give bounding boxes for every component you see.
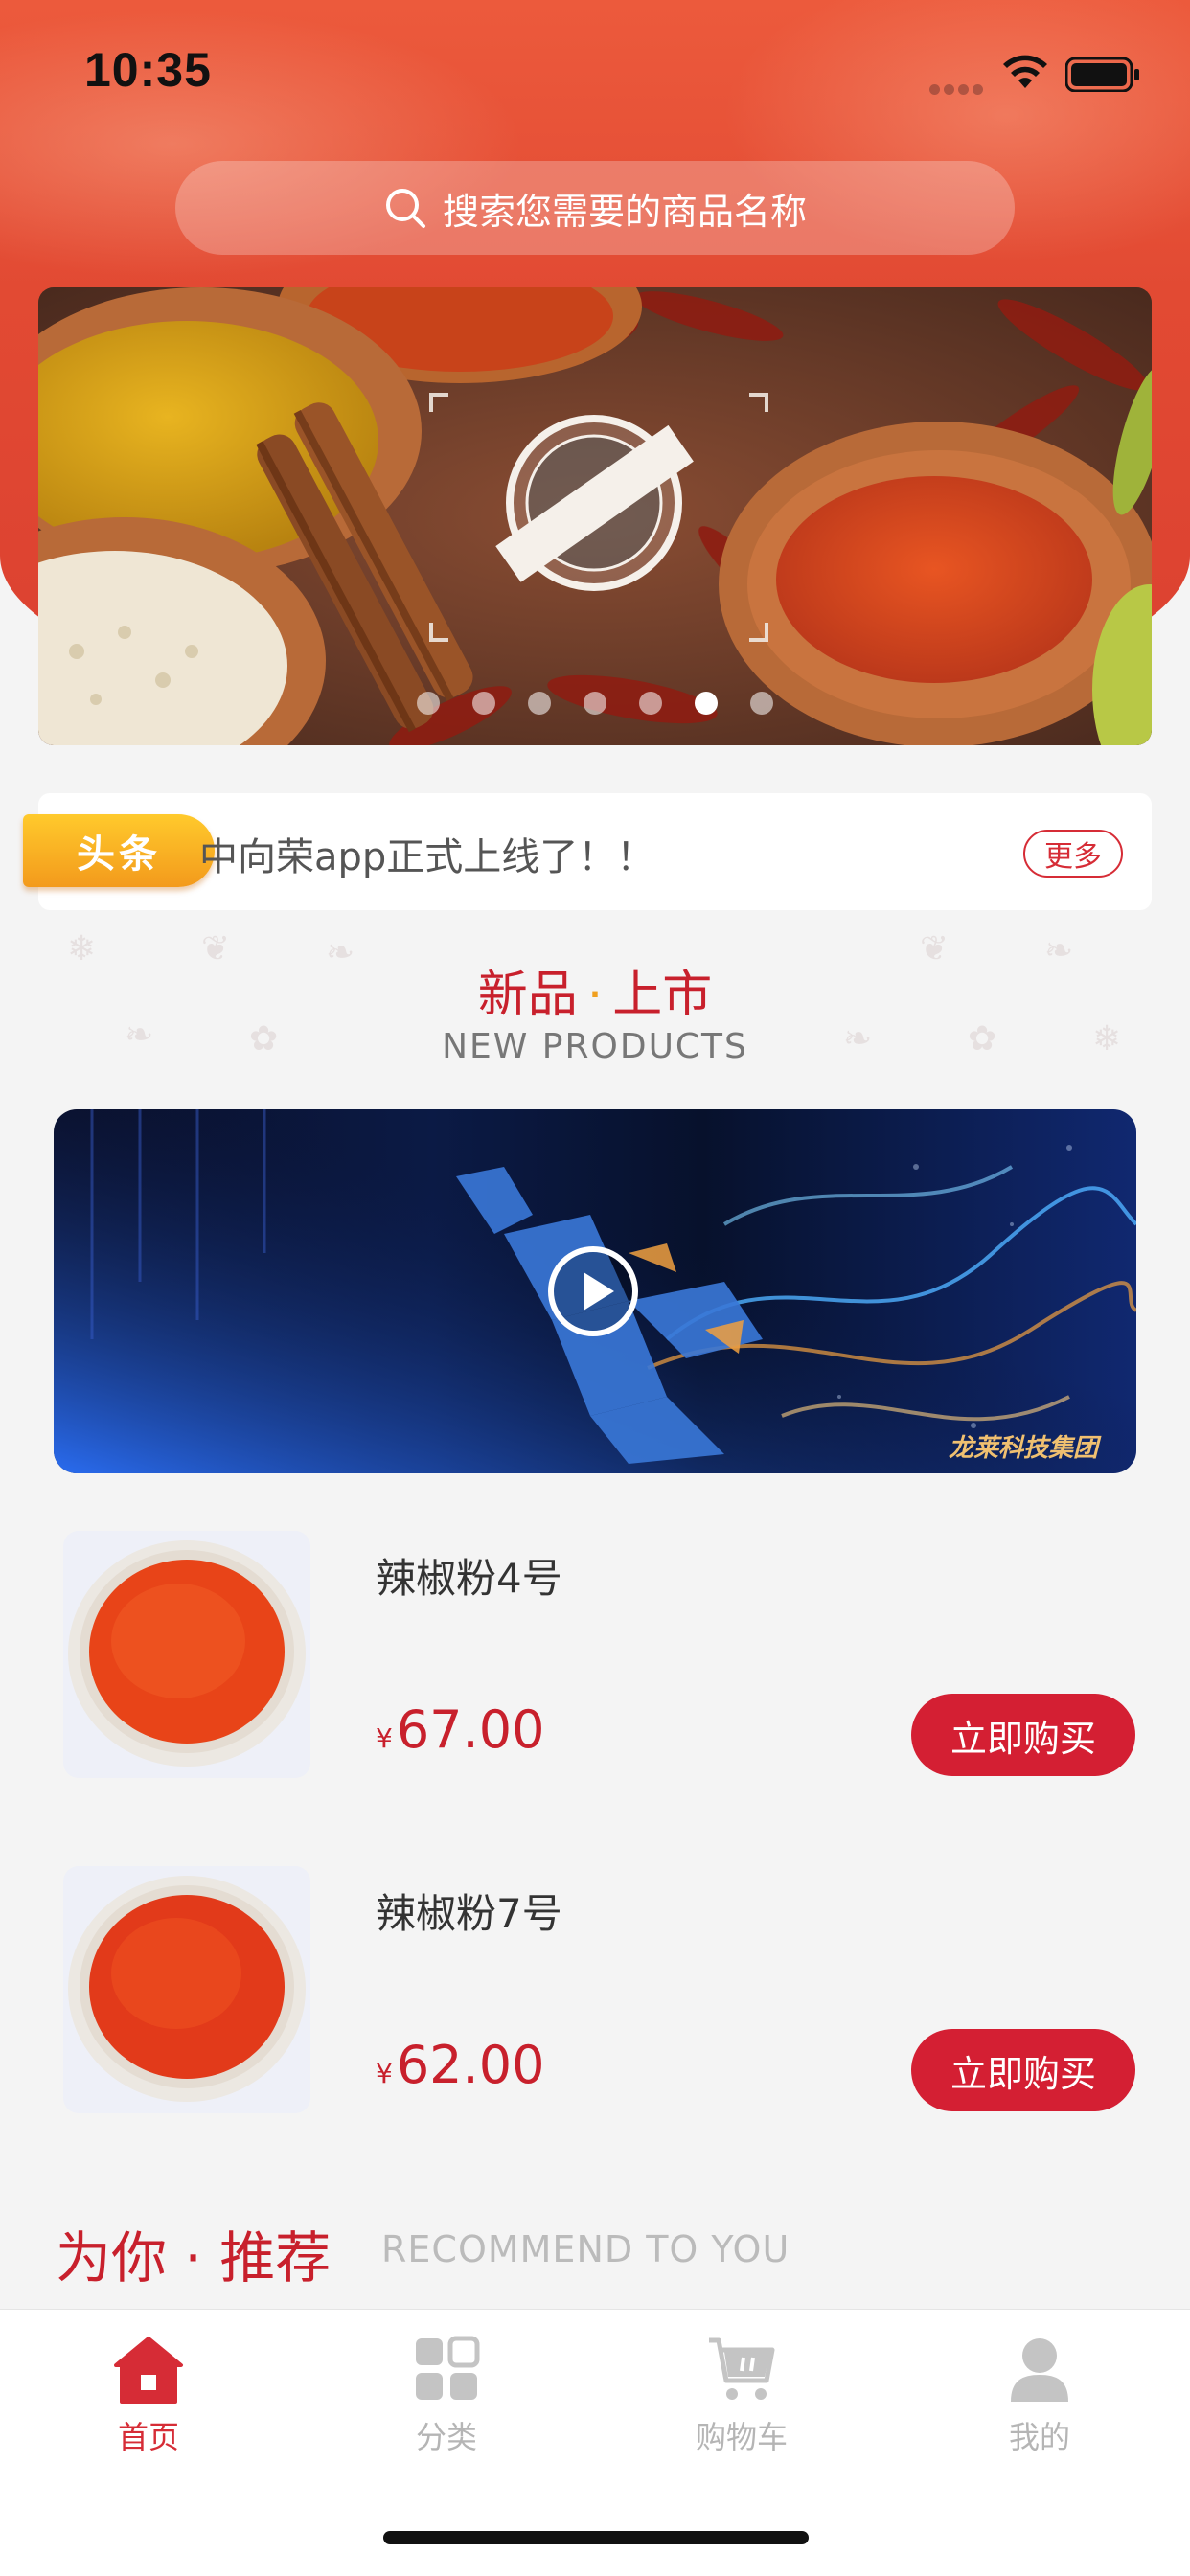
tab-cart[interactable]: 购物车 bbox=[646, 2335, 837, 2457]
search-bar[interactable]: 搜索您需要的商品名称 bbox=[175, 161, 1015, 255]
new-products-title: 新品 · 上市 bbox=[0, 954, 1190, 1026]
home-icon bbox=[114, 2337, 183, 2404]
user-icon bbox=[1011, 2338, 1068, 2402]
headline-text[interactable]: 中向荣app正式上线了！！ bbox=[199, 826, 654, 881]
tab-label: 购物车 bbox=[695, 2419, 788, 2455]
product-price: ¥62.00 bbox=[376, 2035, 544, 2095]
battery-icon bbox=[1065, 57, 1139, 92]
play-icon[interactable] bbox=[545, 1243, 641, 1339]
search-icon bbox=[385, 189, 425, 228]
status-bar: 10:35 bbox=[0, 0, 1190, 144]
cellular-signal-icon bbox=[929, 80, 987, 99]
carousel-indicator bbox=[38, 692, 1152, 718]
product-item[interactable]: 辣椒粉4号 ¥67.00 立即购买 bbox=[0, 1531, 1190, 1818]
product-name[interactable]: 辣椒粉4号 bbox=[376, 1546, 562, 1605]
banner-carousel[interactable] bbox=[38, 287, 1152, 745]
tab-home[interactable]: 首页 bbox=[53, 2335, 244, 2457]
product-price: ¥67.00 bbox=[376, 1699, 544, 1760]
buy-now-button[interactable]: 立即购买 bbox=[911, 2029, 1135, 2111]
buy-now-button[interactable]: 立即购买 bbox=[911, 1694, 1135, 1776]
price-value: 67.00 bbox=[396, 1699, 545, 1760]
tab-category[interactable]: 分类 bbox=[351, 2335, 542, 2457]
promo-video[interactable]: 龙莱科技集团 bbox=[54, 1109, 1136, 1473]
product-image[interactable] bbox=[63, 1866, 310, 2113]
more-button[interactable]: 更多 bbox=[1023, 830, 1123, 878]
search-placeholder: 搜索您需要的商品名称 bbox=[442, 190, 807, 233]
home-indicator[interactable] bbox=[383, 2531, 809, 2544]
currency-symbol: ¥ bbox=[376, 1722, 393, 1754]
product-item[interactable]: 辣椒粉7号 ¥62.00 立即购买 bbox=[0, 1866, 1190, 2154]
tab-label: 首页 bbox=[117, 2419, 179, 2455]
price-value: 62.00 bbox=[396, 2035, 545, 2095]
currency-symbol: ¥ bbox=[376, 2058, 393, 2089]
new-products-header: ❄ ❦ ❧ ❦ ❧ ❧ ✿ ❧ ✿ ❄ 新品 · 上市 NEW PRODUCTS bbox=[0, 920, 1190, 1092]
recommend-title: 为你 · 推荐 bbox=[56, 2225, 332, 2291]
carousel-dot[interactable] bbox=[528, 692, 551, 715]
carousel-dot[interactable] bbox=[584, 692, 606, 715]
status-time: 10:35 bbox=[84, 43, 212, 97]
product-image[interactable] bbox=[63, 1531, 310, 1778]
carousel-dot[interactable] bbox=[472, 692, 495, 715]
headline-tag: 头条 bbox=[23, 814, 215, 887]
carousel-dot-active[interactable] bbox=[695, 692, 718, 715]
headline-news-bar[interactable]: 头条 中向荣app正式上线了！！ 更多 bbox=[23, 793, 1152, 910]
cart-icon bbox=[709, 2337, 775, 2400]
tab-label: 我的 bbox=[1008, 2419, 1070, 2455]
carousel-dot[interactable] bbox=[417, 692, 440, 715]
new-products-title-left: 新品 bbox=[477, 967, 578, 1024]
carousel-dot[interactable] bbox=[750, 692, 773, 715]
banner-image bbox=[38, 287, 1152, 745]
carousel-dot[interactable] bbox=[639, 692, 662, 715]
video-brand-text: 龙莱科技集团 bbox=[948, 1434, 1098, 1463]
tab-label: 分类 bbox=[415, 2419, 477, 2455]
wifi-icon bbox=[1003, 55, 1047, 88]
recommend-subtitle: RECOMMEND TO YOU bbox=[381, 2228, 790, 2270]
new-products-title-right: 上市 bbox=[612, 967, 713, 1024]
title-separator: · bbox=[586, 967, 604, 1024]
new-products-subtitle: NEW PRODUCTS bbox=[442, 1027, 748, 1066]
grid-icon bbox=[416, 2336, 480, 2400]
product-name[interactable]: 辣椒粉7号 bbox=[376, 1881, 562, 1940]
tab-profile[interactable]: 我的 bbox=[944, 2335, 1135, 2457]
